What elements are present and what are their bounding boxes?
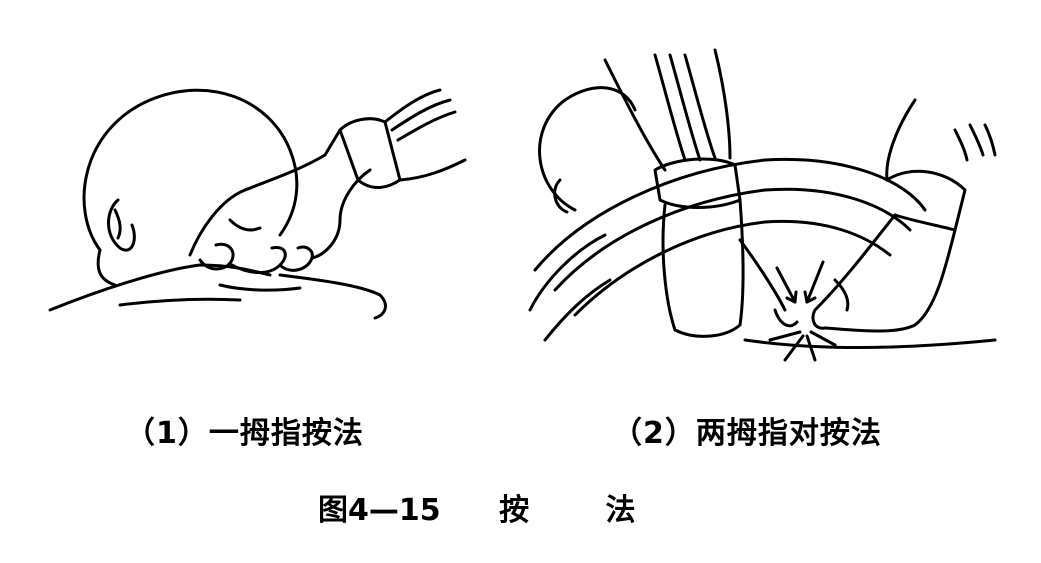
single-thumb-press-drawing — [48, 88, 467, 320]
back-outline — [533, 157, 927, 272]
illustration-two-thumb-press — [515, 40, 1015, 390]
right-sleeve — [885, 98, 917, 182]
figure-number: 图4—15 — [318, 493, 441, 528]
figure-title: 图4—15 按 法 — [318, 485, 636, 529]
pressure-lines — [768, 330, 802, 342]
two-thumb-press-drawing — [528, 48, 997, 362]
hand-outline — [188, 153, 327, 257]
arrow-right — [805, 260, 825, 304]
left-sleeve — [603, 58, 667, 172]
caption-single-thumb: （1）一拇指按法 — [125, 416, 364, 451]
figure-title-char-1: 按 — [499, 493, 530, 528]
figure-title-char-2: 法 — [605, 493, 636, 528]
head-outline — [82, 88, 299, 252]
caption-two-thumb: （2）两拇指对按法 — [612, 416, 882, 451]
right-hand — [811, 213, 897, 330]
illustration-single-thumb-press — [40, 60, 480, 390]
left-hand — [661, 198, 745, 338]
